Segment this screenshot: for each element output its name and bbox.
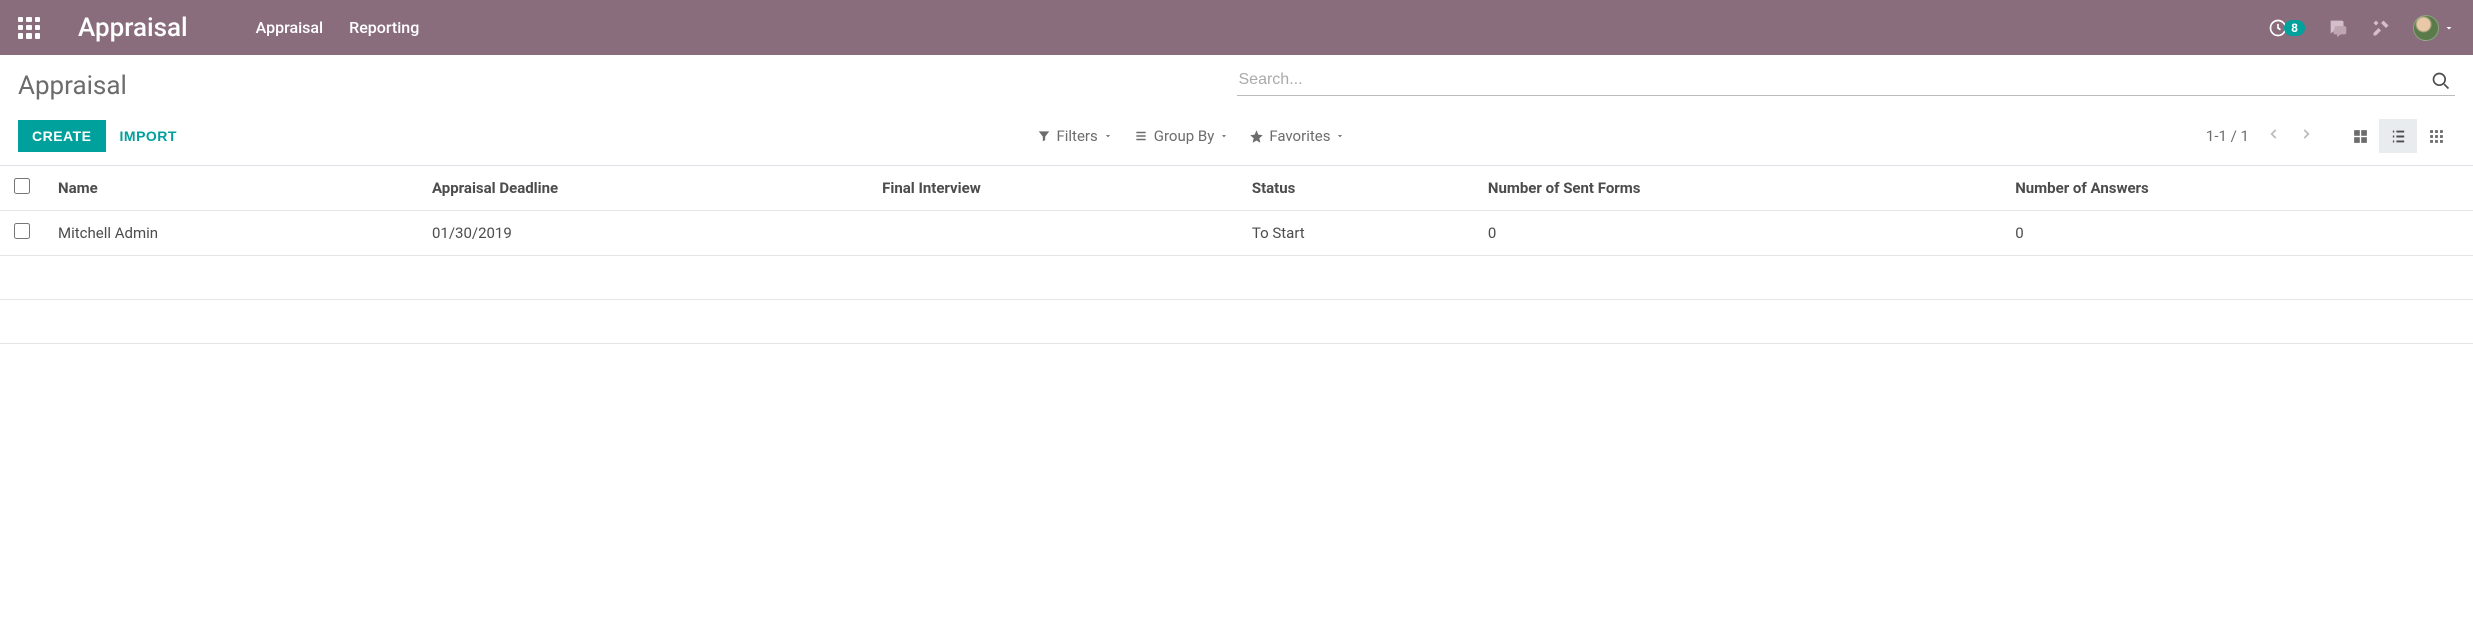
chevron-down-icon [2443, 22, 2455, 34]
col-final-interview[interactable]: Final Interview [868, 166, 1238, 211]
chevron-right-icon [2299, 127, 2313, 141]
tools-icon[interactable] [2371, 18, 2391, 38]
star-icon [1249, 129, 1264, 144]
table-header-row: Name Appraisal Deadline Final Interview … [0, 166, 2473, 211]
nav-links: Appraisal Reporting [256, 18, 420, 37]
favorites-button[interactable]: Favorites [1249, 127, 1345, 145]
notif-badge: 8 [2284, 20, 2305, 36]
import-button[interactable]: IMPORT [120, 128, 177, 144]
cell-answers: 0 [2001, 211, 2473, 256]
filters-label: Filters [1056, 127, 1097, 145]
cell-final-interview [868, 211, 1238, 256]
nav-link-reporting[interactable]: Reporting [349, 18, 419, 37]
pager-next[interactable] [2295, 123, 2317, 149]
chevron-left-icon [2267, 127, 2281, 141]
empty-row [0, 300, 2473, 344]
list-view-icon [2389, 128, 2408, 145]
nav-link-appraisal[interactable]: Appraisal [256, 18, 323, 37]
view-activity-button[interactable] [2417, 119, 2455, 153]
control-panel: Appraisal CREATE IMPORT Filters Group By [0, 55, 2473, 166]
cell-deadline: 01/30/2019 [418, 211, 868, 256]
select-all-checkbox[interactable] [14, 178, 30, 194]
chevron-down-icon [1335, 131, 1345, 141]
cell-name: Mitchell Admin [44, 211, 418, 256]
activity-button[interactable]: 8 [2268, 18, 2305, 38]
search-input[interactable] [1237, 65, 2456, 95]
discuss-icon[interactable] [2327, 17, 2349, 39]
top-navbar: Appraisal Appraisal Reporting 8 [0, 0, 2473, 55]
search-wrap [1237, 65, 2456, 96]
chevron-down-icon [1219, 131, 1229, 141]
col-name[interactable]: Name [44, 166, 418, 211]
kanban-icon [2352, 128, 2369, 145]
grid-dots-icon [2428, 128, 2445, 145]
col-status[interactable]: Status [1238, 166, 1474, 211]
col-deadline[interactable]: Appraisal Deadline [418, 166, 868, 211]
chevron-down-icon [1103, 131, 1113, 141]
row-checkbox[interactable] [14, 223, 30, 239]
apps-icon[interactable] [18, 17, 40, 39]
list-table: Name Appraisal Deadline Final Interview … [0, 166, 2473, 344]
empty-row [0, 256, 2473, 300]
groupby-label: Group By [1154, 127, 1215, 145]
cell-status: To Start [1238, 211, 1474, 256]
search-options: Filters Group By Favorites [1037, 127, 1345, 145]
table-row[interactable]: Mitchell Admin 01/30/2019 To Start 0 0 [0, 211, 2473, 256]
funnel-icon [1037, 129, 1051, 143]
groupby-button[interactable]: Group By [1133, 127, 1230, 145]
search-icon[interactable] [2431, 71, 2451, 95]
pager-text[interactable]: 1-1 / 1 [2206, 127, 2249, 145]
create-button[interactable]: CREATE [18, 120, 106, 152]
pager: 1-1 / 1 [2206, 123, 2317, 149]
pager-prev[interactable] [2263, 123, 2285, 149]
avatar [2413, 15, 2439, 41]
app-name: Appraisal [78, 13, 188, 43]
filters-button[interactable]: Filters [1037, 127, 1112, 145]
page-title: Appraisal [18, 71, 127, 101]
favorites-label: Favorites [1269, 127, 1330, 145]
col-sent-forms[interactable]: Number of Sent Forms [1474, 166, 2001, 211]
list-icon [1133, 129, 1149, 143]
view-list-button[interactable] [2379, 119, 2417, 153]
view-switcher [2341, 119, 2455, 153]
view-kanban-button[interactable] [2341, 119, 2379, 153]
cell-sent-forms: 0 [1474, 211, 2001, 256]
user-menu[interactable] [2413, 15, 2455, 41]
col-answers[interactable]: Number of Answers [2001, 166, 2473, 211]
